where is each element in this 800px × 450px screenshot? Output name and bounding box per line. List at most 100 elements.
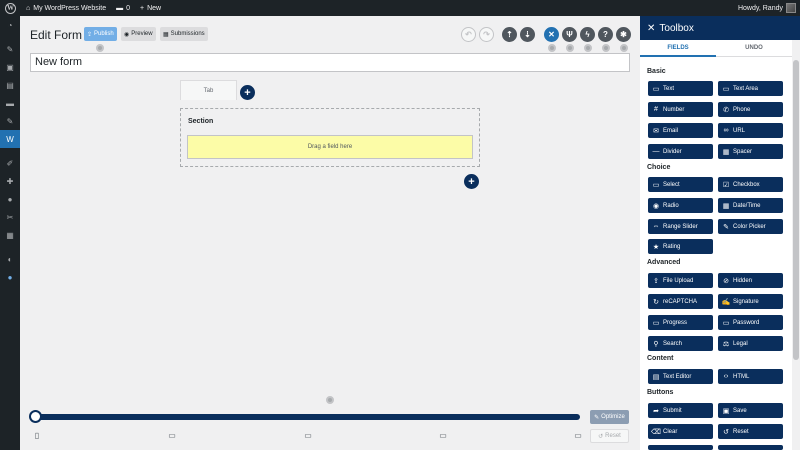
tab-undo[interactable]: UNDO <box>716 40 792 57</box>
toolbar-dot[interactable] <box>548 44 556 52</box>
field-checkbox-label: Checkbox <box>733 181 760 188</box>
publish-button[interactable]: ⇪ Publish <box>84 27 117 41</box>
field-hidden[interactable]: ⊘ Hidden <box>718 273 783 288</box>
tablet-icon[interactable]: ▭ <box>166 429 178 441</box>
field-email[interactable]: ✉ Email <box>648 123 713 138</box>
plugins-icon[interactable]: ✚ <box>0 172 20 190</box>
field-checkbox[interactable]: ☑ Checkbox <box>718 177 783 192</box>
responsive-slider-track[interactable] <box>35 414 580 420</box>
field-legal[interactable]: ⚖ Legal <box>718 336 783 351</box>
settings-icon[interactable]: ▦ <box>0 226 20 244</box>
table-icon: ▦ <box>163 31 169 38</box>
new-label: New <box>147 4 162 12</box>
toolbox-tools-icon[interactable]: ✕ <box>544 27 559 42</box>
field-password[interactable]: ▭ Password <box>718 315 783 330</box>
submissions-button[interactable]: ▦ Submissions <box>160 27 208 41</box>
field-date-time[interactable]: ▦ Date/Time <box>718 198 783 213</box>
toolbox-scrollbar[interactable] <box>792 40 800 450</box>
field-more[interactable] <box>718 445 783 450</box>
eyedropper-icon: ✎ <box>723 223 729 231</box>
gear-icon[interactable]: ✱ <box>616 27 631 42</box>
field-number[interactable]: # Number <box>648 102 713 117</box>
redo-icon[interactable]: ↷ <box>479 27 494 42</box>
new-content-link[interactable]: + New <box>135 0 166 16</box>
field-range-slider[interactable]: ⇔ Range Slider <box>648 219 713 234</box>
account-menu[interactable]: Howdy, Randy <box>733 0 800 16</box>
forms-icon[interactable]: W <box>0 130 20 148</box>
responsive-slider-handle[interactable] <box>29 410 42 423</box>
field-text[interactable]: ▭ Text <box>648 81 713 96</box>
field-progress[interactable]: ▭ Progress <box>648 315 713 330</box>
field-dropzone[interactable]: Drag a field here <box>187 135 473 159</box>
toolbar-dot[interactable] <box>584 44 592 52</box>
comments-icon[interactable]: ▬ <box>0 94 20 112</box>
field-more[interactable] <box>648 445 713 450</box>
undo-icon[interactable]: ↶ <box>461 27 476 42</box>
pages-icon[interactable]: ▤ <box>0 76 20 94</box>
toolbar-dot[interactable] <box>566 44 574 52</box>
pin-icon[interactable]: ✎ <box>0 112 20 130</box>
site-name-link[interactable]: ⌂ My WordPress Website <box>21 0 111 16</box>
field-radio[interactable]: ◉ Radio <box>648 198 713 213</box>
publish-help-dot[interactable] <box>96 44 104 52</box>
toolbar-dot[interactable] <box>620 44 628 52</box>
field-save[interactable]: ▣ Save <box>718 403 783 418</box>
media-icon[interactable]: ▣ <box>0 58 20 76</box>
lightning-icon[interactable]: ϟ <box>580 27 595 42</box>
large-desktop-icon[interactable]: ▭ <box>572 429 584 441</box>
fork-icon[interactable]: Ψ <box>562 27 577 42</box>
field-html-label: HTML <box>733 373 750 380</box>
field-rating[interactable]: ★ Rating <box>648 239 713 254</box>
preview-button[interactable]: ◉ Preview <box>121 27 156 41</box>
comments-link[interactable]: ▬ 0 <box>111 0 135 16</box>
scrollbar-thumb[interactable] <box>793 60 799 360</box>
circle-icon[interactable]: ● <box>0 268 20 286</box>
help-icon[interactable]: ? <box>598 27 613 42</box>
field-text-area[interactable]: ▭ Text Area <box>718 81 783 96</box>
phone-icon: ✆ <box>723 106 729 114</box>
export-icon[interactable]: ⇡ <box>502 27 517 42</box>
field-file-upload[interactable]: ⇪ File Upload <box>648 273 713 288</box>
users-icon[interactable]: ● <box>0 190 20 208</box>
import-icon[interactable]: ⇣ <box>520 27 535 42</box>
tools-icon[interactable]: ✂ <box>0 208 20 226</box>
field-search[interactable]: ⚲ Search <box>648 336 713 351</box>
tab-fields[interactable]: FIELDS <box>640 40 716 57</box>
field-spacer[interactable]: ▦ Spacer <box>718 144 783 159</box>
field-signature[interactable]: ✍ Signature <box>718 294 783 309</box>
dashboard-icon[interactable]: ◔ <box>0 16 20 34</box>
tab-default[interactable]: Tab <box>180 80 237 100</box>
field-submit[interactable]: ➦ Submit <box>648 403 713 418</box>
field-phone[interactable]: ✆ Phone <box>718 102 783 117</box>
add-section-button[interactable]: + <box>464 174 479 189</box>
reset-button[interactable]: ↺ Reset <box>590 429 629 443</box>
optimize-button[interactable]: ✎ Optimize <box>590 410 629 424</box>
appearance-icon[interactable]: ✐ <box>0 154 20 172</box>
comment-icon: ▬ <box>116 4 124 12</box>
laptop-icon[interactable]: ▭ <box>302 429 314 441</box>
field-select[interactable]: ▭ Select <box>648 177 713 192</box>
password-icon: ▭ <box>722 319 730 327</box>
desktop-icon[interactable]: ▭ <box>437 429 449 441</box>
field-reset[interactable]: ↺ Reset <box>718 424 783 439</box>
form-name-input[interactable]: New form <box>30 53 630 72</box>
add-tab-button[interactable]: + <box>240 85 255 100</box>
field-url[interactable]: ∞ URL <box>718 123 783 138</box>
field-clear[interactable]: ⌫ Clear <box>648 424 713 439</box>
field-recaptcha[interactable]: ↻ reCAPTCHA <box>648 294 713 309</box>
mobile-icon[interactable]: ▯ <box>31 429 43 441</box>
toolbar-dot[interactable] <box>602 44 610 52</box>
field-search-label: Search <box>663 340 683 347</box>
breakpoint-dot[interactable] <box>326 396 334 404</box>
field-color-picker[interactable]: ✎ Color Picker <box>718 219 783 234</box>
pin-icon[interactable]: ✎ <box>0 40 20 58</box>
field-html[interactable]: ‹› HTML <box>718 369 783 384</box>
field-reset-label: Reset <box>733 428 749 435</box>
optimize-label: Optimize <box>601 414 625 420</box>
gauge-icon[interactable]: ◐ <box>0 250 20 268</box>
wp-logo-menu[interactable]: W <box>0 0 21 16</box>
field-radio-label: Radio <box>663 202 679 209</box>
form-section[interactable]: Section Drag a field here <box>180 108 480 167</box>
field-divider[interactable]: — Divider <box>648 144 713 159</box>
field-text-editor[interactable]: ▤ Text Editor <box>648 369 713 384</box>
